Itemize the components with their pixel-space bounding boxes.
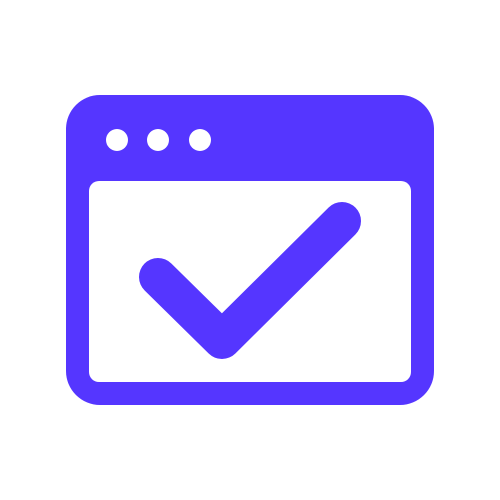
window-content-pane [89, 181, 411, 382]
window-control-dot-2 [147, 129, 169, 151]
window-control-dot-3 [189, 129, 211, 151]
icon-canvas [0, 0, 500, 500]
window-control-dot-1 [106, 129, 128, 151]
browser-window-checkmark-icon [66, 95, 434, 405]
